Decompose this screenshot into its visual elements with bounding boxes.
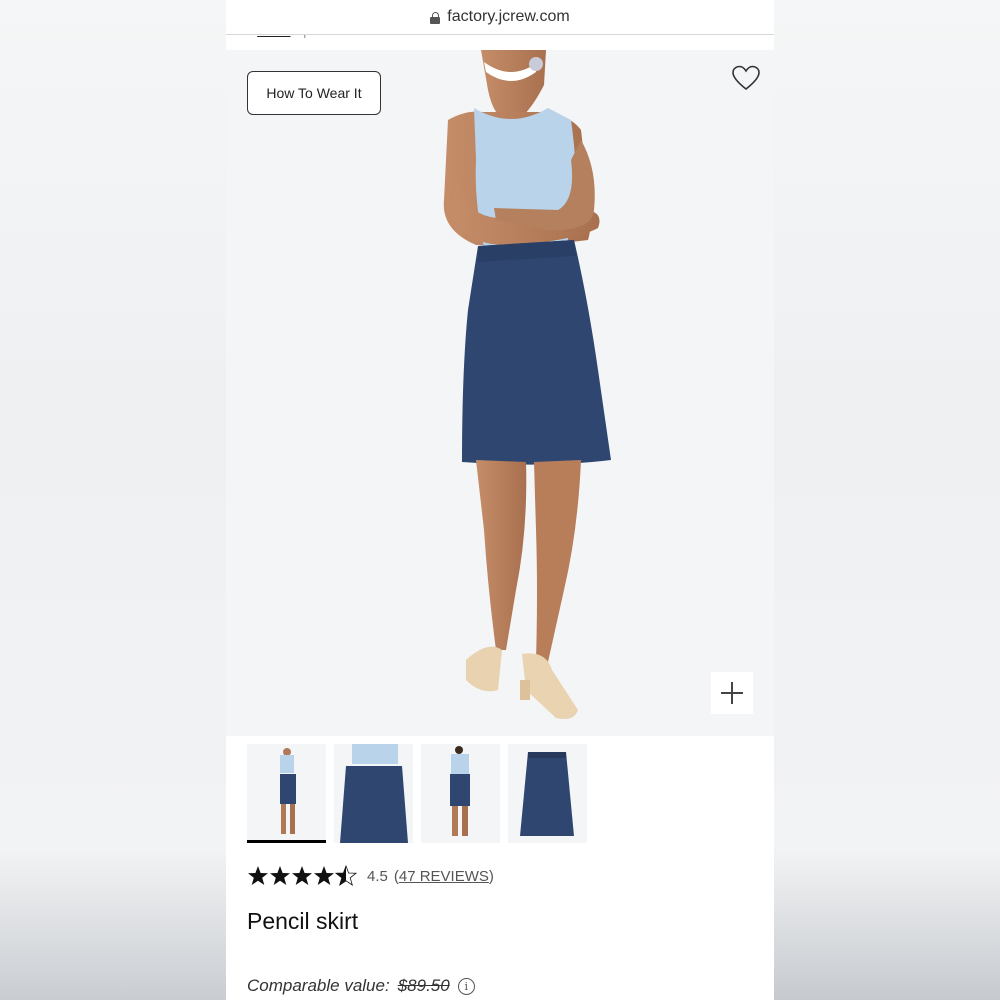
url-text[interactable]: factory.jcrew.com bbox=[447, 8, 569, 26]
comparable-price: $89.50 bbox=[397, 976, 450, 995]
product-hero-image[interactable]: How To Wear It bbox=[226, 50, 774, 736]
comparable-label: Comparable value: bbox=[247, 976, 390, 995]
info-icon[interactable]: i bbox=[457, 977, 475, 995]
thumbnail-strip bbox=[247, 744, 587, 843]
plus-icon bbox=[721, 682, 743, 704]
how-to-wear-button[interactable]: How To Wear It bbox=[247, 71, 381, 115]
thumbnail-flat[interactable] bbox=[508, 744, 587, 843]
browser-url-bar[interactable]: factory.jcrew.com bbox=[226, 0, 774, 35]
star-icons bbox=[248, 865, 357, 886]
product-rating: 4.5 (47 REVIEWS) bbox=[247, 862, 494, 890]
star-rating bbox=[247, 865, 359, 887]
model-photo bbox=[443, 50, 611, 719]
product-title: Pencil skirt bbox=[247, 908, 359, 934]
heart-icon[interactable] bbox=[731, 64, 761, 92]
lock-icon bbox=[430, 11, 441, 24]
thumbnail-front[interactable] bbox=[247, 744, 326, 843]
rating-value: 4.5 bbox=[367, 867, 388, 885]
background-left bbox=[0, 0, 226, 1000]
phone-screen: factory.jcrew.com ‹ Back |Home /Women /S… bbox=[226, 0, 774, 1000]
comparable-value: Comparable value: $89.50 i bbox=[247, 976, 475, 996]
thumbnail-back[interactable] bbox=[421, 744, 500, 843]
background-right bbox=[774, 0, 1000, 1000]
zoom-button[interactable] bbox=[711, 672, 753, 714]
thumbnail-back-detail[interactable] bbox=[334, 744, 413, 843]
reviews-link[interactable]: (47 REVIEWS) bbox=[394, 868, 494, 885]
